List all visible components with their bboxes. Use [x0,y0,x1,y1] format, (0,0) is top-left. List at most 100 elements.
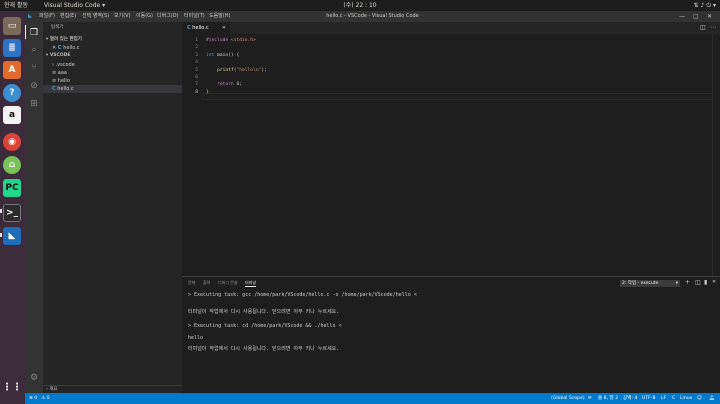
launcher-dock: ▭ ≣ A ? a ◉ ⌂ PC >_ ◣ ⋮⋮ [0,11,25,404]
code-line-7: return 0; [217,82,243,88]
menu-edit[interactable]: 편집(E) [60,11,76,22]
folder-label: VSCODE [49,53,71,58]
open-editor-item[interactable]: ✕ C hello.c [43,44,182,52]
tab-hello-c[interactable]: C hello.c ✕ [182,22,230,34]
os-indicator[interactable]: Linux [680,393,692,404]
maximize-icon[interactable]: ▢ [693,11,699,22]
file-icon: ≡ [52,70,57,76]
search-icon[interactable]: ⌕ [28,44,40,56]
notifications-icon[interactable]: 🔔︎ [709,393,715,404]
writer-icon[interactable]: ≣ [3,39,21,57]
tree-item-label: hello [57,78,70,84]
terminal-line: hello [188,335,204,341]
system-tray[interactable]: ⇅ ♪ ⏻ ▾ [694,0,716,11]
c-file-icon: C [187,25,191,31]
code-line-5: printf("hello\n"); [217,67,267,73]
editor-tab-bar: C hello.c ✕ ◫ ⋯ [182,22,720,34]
errors-indicator[interactable]: ⊗ 0 [29,393,37,404]
code-editor[interactable]: 1 2 3 4 5 6 7 8 #include <stdio.h> int m… [182,34,720,276]
line-number: 4 [195,60,198,66]
show-apps-icon[interactable]: ⋮⋮ [2,378,22,396]
tree-item-label: .vscode [55,62,75,68]
tree-item-hello[interactable]: ≡ hello [43,77,182,85]
encoding[interactable]: UTF-8 [642,393,655,404]
pycharm-icon[interactable]: PC [3,179,21,197]
minimize-icon[interactable]: — [679,11,685,22]
debug-icon[interactable]: ⊘ [28,80,40,92]
menu-selection[interactable]: 선택 영역(S) [82,11,109,22]
sync-icon[interactable]: ⟳ [588,393,592,404]
line-number: 2 [195,45,198,51]
folder-section[interactable]: ▾ VSCODE [43,52,182,60]
menu-bar: ◣ 파일(F) 편집(E) 선택 영역(S) 보기(V) 이동(G) 디버그(D… [25,11,720,22]
outline-section[interactable]: › 개요 [43,385,182,393]
terminal-line: > Executing task: gcc /home/park/VScode/… [188,292,417,298]
android-studio-icon[interactable]: ⌂ [3,156,21,174]
line-number: 8 [195,89,198,95]
chrome-icon[interactable]: ◉ [3,133,21,151]
menu-arrow-icon: ▾ [712,2,716,9]
running-indicator [0,233,2,237]
menu-file[interactable]: 파일(F) [39,11,55,22]
tab-label: hello.c [192,25,209,31]
volume-icon: ♪ [700,2,705,9]
settings-gear-icon[interactable]: ⚙ [28,372,40,384]
os-top-bar: 현재 활동 Visual Studio Code ▾ (수) 22 : 10 ⇅… [0,0,720,11]
split-editor-icon[interactable]: ◫ [700,22,706,34]
current-line-highlight [202,93,718,101]
sidebar-header: 탐색기 [51,25,64,30]
tree-item-vscode-folder[interactable]: › .vscode [43,61,182,69]
cursor-position[interactable]: 줄 8, 열 2 [598,393,618,404]
editor-scrollbar[interactable] [712,34,720,276]
more-actions-icon[interactable]: ⋯ [710,22,716,34]
terminal-icon[interactable]: >_ [3,204,21,222]
menu-help[interactable]: 도움말(H) [209,11,230,22]
terminal-select[interactable]: 2: 작업 - execute ▾ [620,280,680,287]
line-number: 3 [195,52,198,58]
files-icon[interactable]: ▭ [3,17,21,35]
file-icon: ≡ [52,78,57,84]
close-icon[interactable]: ✕ [707,11,712,22]
bottom-panel: 문제 출력 디버그 콘솔 터미널 2: 작업 - execute ▾ + ◫ ▮… [182,276,720,393]
tab-terminal[interactable]: 터미널 [245,280,257,287]
clock[interactable]: (수) 22 : 10 [0,0,720,11]
line-number: 7 [195,82,198,88]
language-mode[interactable]: C [672,393,675,404]
tab-output[interactable]: 출력 [203,280,210,286]
indentation[interactable]: 공백: 4 [623,393,637,404]
line-number: 6 [195,75,198,80]
scope-indicator[interactable]: (Global Scope) [551,393,585,404]
tab-debug-console[interactable]: 디버그 콘솔 [218,280,238,286]
explorer-icon[interactable]: ❐ [28,27,40,39]
menu-terminal[interactable]: 터미널(T) [184,11,205,22]
running-indicator [0,209,2,213]
chevron-down-icon: ▾ [675,281,678,286]
new-terminal-icon[interactable]: + [685,279,690,286]
tree-item-label: aaa [57,70,67,76]
open-editors-section[interactable]: ▾ 열려 있는 편집기 [43,36,182,44]
kill-terminal-icon[interactable]: ▮ [704,279,707,286]
impress-icon[interactable]: A [3,61,21,79]
vscode-icon[interactable]: ◣ [3,227,21,245]
tree-item-hello-c[interactable]: C hello.c [43,85,182,93]
feedback-icon[interactable]: ☺ [697,393,702,404]
tab-problems[interactable]: 문제 [188,280,195,286]
warnings-indicator[interactable]: ⚠ 0 [41,393,50,404]
menu-view[interactable]: 보기(V) [114,11,131,22]
code-line-8: } [206,89,209,95]
line-number: 1 [195,38,198,43]
split-terminal-icon[interactable]: ◫ [695,279,701,286]
amazon-icon[interactable]: a [3,106,21,124]
close-panel-icon[interactable]: ✕ [712,279,716,285]
close-tab-icon[interactable]: ✕ [222,22,226,34]
end-of-line[interactable]: LF [661,393,666,404]
source-control-icon[interactable]: ⑂ [28,62,40,74]
menu-go[interactable]: 이동(G) [136,11,153,22]
help-icon[interactable]: ? [3,84,21,102]
power-icon: ⏻ [706,2,712,9]
tree-item-label: hello.c [57,86,74,92]
terminal-line: 터미널이 작업에서 다시 사용됩니다. 닫으려면 아무 키나 누르세요. [188,309,340,315]
tree-item-aaa[interactable]: ≡ aaa [43,69,182,77]
menu-debug[interactable]: 디버그(D) [157,11,179,22]
extensions-icon[interactable]: ⊞ [28,98,40,110]
